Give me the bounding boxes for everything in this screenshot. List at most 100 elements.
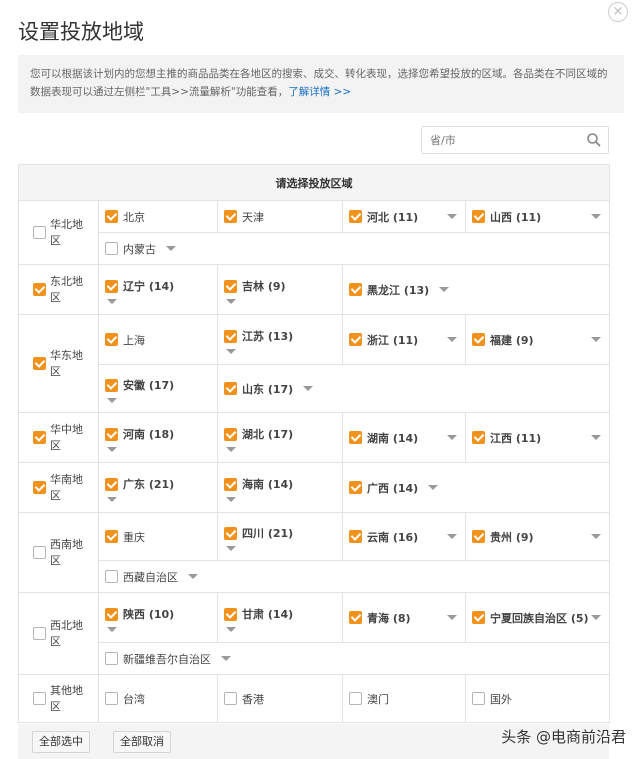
province-checkbox[interactable] [349, 431, 362, 444]
province-checkbox[interactable] [105, 692, 118, 705]
province-checkbox[interactable] [105, 378, 118, 392]
region-group[interactable]: 华北地区 [33, 217, 98, 249]
province-item[interactable]: 安徽 (17) [105, 374, 209, 396]
region-group[interactable]: 华东地区 [33, 348, 98, 380]
learn-more-link[interactable]: 了解详情 >> [288, 86, 351, 98]
expand-caret-icon[interactable] [439, 287, 450, 292]
region-group-checkbox[interactable] [33, 481, 46, 494]
region-group-checkbox[interactable] [33, 431, 46, 444]
province-item[interactable]: 陕西 (10) [105, 603, 209, 625]
expand-caret-icon[interactable] [226, 627, 236, 632]
expand-caret-icon[interactable] [107, 497, 117, 502]
province-item[interactable]: 黑龙江 (13) [349, 279, 601, 301]
region-group-checkbox[interactable] [33, 692, 46, 705]
province-checkbox[interactable] [224, 382, 237, 395]
province-checkbox[interactable] [472, 431, 485, 444]
province-item[interactable]: 湖北 (17) [224, 423, 334, 445]
expand-caret-icon[interactable] [226, 299, 236, 304]
province-checkbox[interactable] [349, 611, 362, 624]
expand-caret-icon[interactable] [226, 447, 236, 452]
expand-caret-icon[interactable] [221, 656, 231, 661]
province-checkbox[interactable] [472, 210, 485, 223]
expand-caret-icon[interactable] [591, 337, 602, 342]
expand-caret-icon[interactable] [447, 214, 457, 219]
province-checkbox[interactable] [349, 210, 362, 223]
province-item[interactable]: 香港 [224, 688, 334, 710]
close-icon[interactable]: × [608, 2, 628, 22]
province-checkbox[interactable] [105, 242, 118, 255]
region-group-checkbox[interactable] [33, 357, 46, 370]
province-item[interactable]: 国外 [472, 688, 601, 710]
select-all-button[interactable]: 全部选中 [32, 731, 90, 753]
province-checkbox[interactable] [224, 692, 237, 705]
province-checkbox[interactable] [349, 692, 362, 705]
province-checkbox[interactable] [105, 427, 118, 441]
province-checkbox[interactable] [224, 279, 237, 293]
province-item[interactable]: 重庆 [105, 526, 209, 548]
province-checkbox[interactable] [224, 607, 237, 621]
province-item[interactable]: 台湾 [105, 688, 209, 710]
province-checkbox[interactable] [105, 530, 118, 543]
expand-caret-icon[interactable] [428, 485, 439, 490]
province-item[interactable]: 甘肃 (14) [224, 603, 334, 625]
province-item[interactable]: 湖南 (14) [349, 427, 457, 449]
expand-caret-icon[interactable] [107, 299, 117, 304]
province-item[interactable]: 辽宁 (14) [105, 275, 209, 297]
expand-caret-icon[interactable] [591, 214, 602, 219]
province-checkbox[interactable] [105, 333, 118, 346]
province-item[interactable]: 浙江 (11) [349, 329, 457, 351]
province-item[interactable]: 山西 (11) [472, 206, 602, 228]
province-checkbox[interactable] [224, 427, 237, 441]
province-checkbox[interactable] [224, 329, 237, 343]
expand-caret-icon[interactable] [591, 435, 602, 440]
province-item[interactable]: 广西 (14) [349, 477, 601, 499]
expand-caret-icon[interactable] [447, 615, 457, 620]
expand-caret-icon[interactable] [591, 615, 602, 620]
expand-caret-icon[interactable] [303, 386, 314, 391]
province-checkbox[interactable] [105, 570, 118, 583]
province-checkbox[interactable] [224, 526, 237, 540]
region-group-checkbox[interactable] [33, 627, 46, 640]
region-group[interactable]: 华南地区 [33, 472, 98, 504]
province-item[interactable]: 吉林 (9) [224, 275, 334, 297]
province-item[interactable]: 河北 (11) [349, 206, 457, 228]
province-checkbox[interactable] [105, 607, 118, 621]
search-icon[interactable] [586, 132, 602, 148]
expand-caret-icon[interactable] [107, 627, 117, 632]
province-item[interactable]: 广东 (21) [105, 473, 209, 495]
deselect-all-button[interactable]: 全部取消 [113, 731, 171, 753]
region-group[interactable]: 东北地区 [33, 274, 98, 306]
region-group[interactable]: 华中地区 [33, 422, 98, 454]
province-item[interactable]: 天津 [224, 206, 334, 228]
province-item[interactable]: 上海 [105, 329, 209, 351]
province-item[interactable]: 海南 (14) [224, 473, 334, 495]
province-item[interactable]: 江西 (11) [472, 427, 602, 449]
province-checkbox[interactable] [105, 210, 118, 223]
province-item[interactable]: 江苏 (13) [224, 325, 334, 347]
province-checkbox[interactable] [105, 279, 118, 293]
province-item[interactable]: 青海 (8) [349, 607, 457, 629]
expand-caret-icon[interactable] [226, 349, 236, 354]
province-checkbox[interactable] [472, 530, 485, 543]
province-checkbox[interactable] [224, 210, 237, 223]
province-item[interactable]: 云南 (16) [349, 526, 457, 548]
region-group[interactable]: 其他地区 [33, 683, 98, 715]
region-group-checkbox[interactable] [33, 226, 46, 239]
province-checkbox[interactable] [472, 333, 485, 346]
province-item[interactable]: 北京 [105, 206, 209, 228]
expand-caret-icon[interactable] [447, 435, 457, 440]
expand-caret-icon[interactable] [226, 546, 236, 551]
expand-caret-icon[interactable] [226, 497, 236, 502]
expand-caret-icon[interactable] [591, 534, 602, 539]
province-checkbox[interactable] [349, 283, 362, 296]
province-item[interactable]: 新疆维吾尔自治区 [105, 648, 601, 670]
region-group[interactable]: 西南地区 [33, 537, 98, 569]
province-checkbox[interactable] [105, 652, 118, 665]
expand-caret-icon[interactable] [107, 398, 117, 403]
expand-caret-icon[interactable] [447, 534, 457, 539]
province-item[interactable]: 山东 (17) [224, 378, 601, 400]
province-item[interactable]: 河南 (18) [105, 423, 209, 445]
province-checkbox[interactable] [224, 477, 237, 491]
province-search-input[interactable] [422, 127, 582, 153]
province-item[interactable]: 贵州 (9) [472, 526, 602, 548]
